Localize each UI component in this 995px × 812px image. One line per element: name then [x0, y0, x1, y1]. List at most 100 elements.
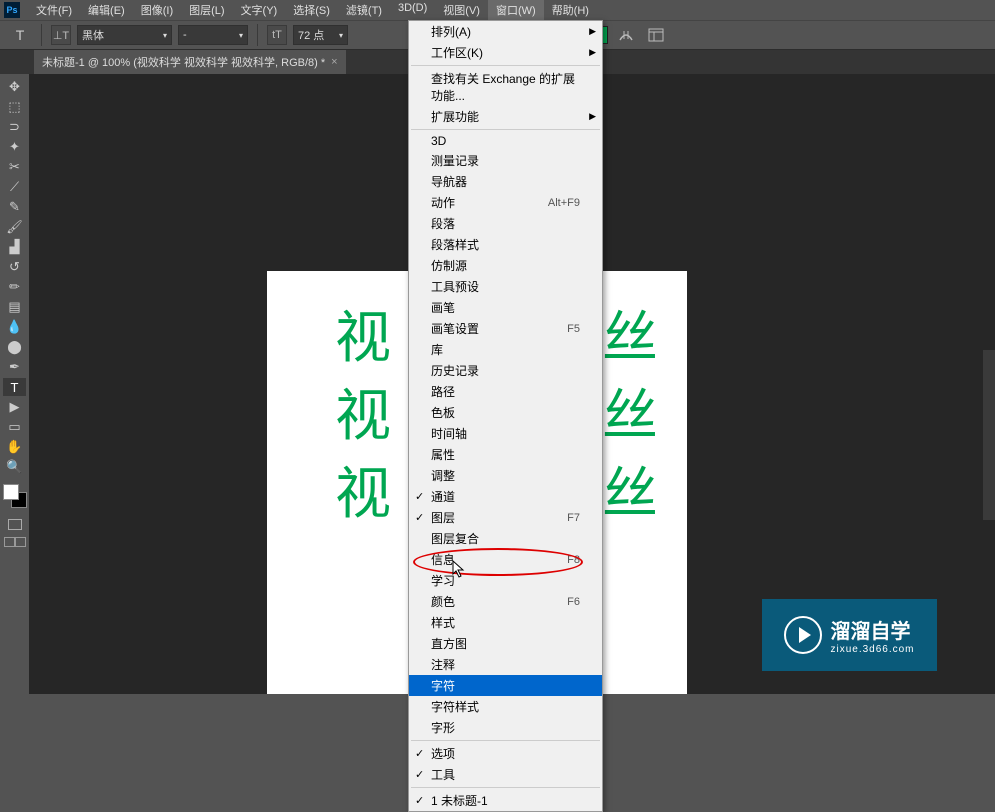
menu-dropdown-item[interactable]: 图层复合 — [409, 528, 602, 549]
menu-dropdown-item[interactable]: 工作区(K)▶ — [409, 42, 602, 63]
menu-dropdown-item[interactable]: 直方图 — [409, 633, 602, 654]
panel-toggle-icon[interactable] — [644, 23, 668, 47]
menu-dropdown-item[interactable]: 画笔设置 F5 — [409, 318, 602, 339]
quick-mask-toggle[interactable] — [5, 516, 25, 532]
menu-dropdown-item[interactable]: 样式 — [409, 612, 602, 633]
marquee-tool[interactable]: ⬚ — [3, 98, 26, 116]
menu-dropdown-item[interactable]: 库 — [409, 339, 602, 360]
rectangle-tool[interactable]: ▭ — [3, 418, 26, 436]
menu-dropdown-item[interactable]: 段落 — [409, 213, 602, 234]
menu-dropdown-item[interactable]: 学习 — [409, 570, 602, 591]
foreground-color[interactable] — [3, 484, 19, 500]
menu-item-label: 工作区(K) — [431, 44, 483, 61]
menu-dropdown-item[interactable]: 导航器 — [409, 171, 602, 192]
menu-dropdown-item[interactable]: 段落样式 — [409, 234, 602, 255]
menu-dropdown-item[interactable]: ✓1 未标题-1 — [409, 790, 602, 811]
menu-dropdown-item[interactable]: 字形 — [409, 717, 602, 738]
font-size-dropdown[interactable]: 72 点▾ — [293, 25, 348, 45]
type-tool[interactable]: T — [3, 378, 26, 396]
menu-dropdown-item[interactable]: ✓工具 — [409, 764, 602, 785]
menu-dropdown-item[interactable]: 色板 — [409, 402, 602, 423]
menu-dropdown-item[interactable]: 注释 — [409, 654, 602, 675]
menu-dropdown-item[interactable]: 扩展功能▶ — [409, 106, 602, 127]
menu-separator — [411, 740, 600, 741]
color-picker-widget[interactable] — [3, 484, 27, 508]
pen-tool[interactable]: ✒ — [3, 358, 26, 376]
menu-dropdown-item[interactable]: ✓通道 — [409, 486, 602, 507]
menu-item[interactable]: 帮助(H) — [544, 0, 597, 20]
menu-dropdown-item[interactable]: 仿制源 — [409, 255, 602, 276]
menu-dropdown-item[interactable]: 动作Alt+F9 — [409, 192, 602, 213]
text-orientation-toggle[interactable]: ⊥T — [51, 25, 71, 45]
menu-item[interactable]: 滤镜(T) — [338, 0, 390, 20]
menu-item-label: 颜色 — [431, 593, 455, 610]
menu-item-label: 字符样式 — [431, 698, 479, 715]
menu-dropdown-item[interactable]: 颜色 F6 — [409, 591, 602, 612]
menu-item-label: 直方图 — [431, 635, 467, 652]
hand-tool[interactable]: ✋ — [3, 438, 26, 456]
menu-item-label: 路径 — [431, 383, 455, 400]
menu-item[interactable]: 文字(Y) — [233, 0, 286, 20]
menu-item[interactable]: 图层(L) — [181, 0, 232, 20]
window-menu-dropdown: 排列(A)▶工作区(K)▶查找有关 Exchange 的扩展功能...扩展功能▶… — [408, 20, 603, 812]
menu-dropdown-item[interactable]: ✓选项 — [409, 743, 602, 764]
menu-dropdown-item[interactable]: 时间轴 — [409, 423, 602, 444]
menu-item[interactable]: 视图(V) — [435, 0, 488, 20]
menu-dropdown-item[interactable]: 测量记录 — [409, 150, 602, 171]
crop-tool[interactable]: ✂ — [3, 158, 26, 176]
font-family-dropdown[interactable]: 黑体▾ — [77, 25, 172, 45]
menu-dropdown-item[interactable]: 属性 — [409, 444, 602, 465]
menu-dropdown-item[interactable]: 画笔 — [409, 297, 602, 318]
menu-item[interactable]: 文件(F) — [28, 0, 80, 20]
menu-dropdown-item[interactable]: 字符 — [409, 675, 602, 696]
menu-dropdown-item[interactable]: 路径 — [409, 381, 602, 402]
menu-item-label: 画笔设置 — [431, 320, 479, 337]
menu-dropdown-item[interactable]: 调整 — [409, 465, 602, 486]
menu-item[interactable]: 编辑(E) — [80, 0, 133, 20]
canvas-text-line: 丝 — [602, 293, 658, 374]
font-style-dropdown[interactable]: -▾ — [178, 25, 248, 45]
gradient-tool[interactable]: ▤ — [3, 298, 26, 316]
menu-shortcut: Alt+F9 — [548, 197, 580, 209]
eyedropper-tool[interactable]: ⟋ — [3, 178, 26, 196]
eraser-tool[interactable]: ✏ — [3, 278, 26, 296]
menu-item-label: 字形 — [431, 719, 455, 736]
warp-text-icon[interactable] — [614, 23, 638, 47]
menu-dropdown-item[interactable]: 信息F8 — [409, 549, 602, 570]
screen-mode-switcher[interactable] — [4, 537, 26, 547]
menu-item[interactable]: 窗口(W) — [488, 0, 544, 20]
menu-dropdown-item[interactable]: 字符样式 — [409, 696, 602, 717]
menu-item[interactable]: 图像(I) — [133, 0, 181, 20]
healing-brush-tool[interactable]: ✎ — [3, 198, 26, 216]
chevron-right-icon: ▶ — [589, 26, 596, 37]
menu-item-label: 3D — [431, 134, 446, 148]
clone-stamp-tool[interactable]: ▟ — [3, 238, 26, 256]
blur-tool[interactable]: 💧 — [3, 318, 26, 336]
menu-dropdown-item[interactable]: 排列(A)▶ — [409, 21, 602, 42]
brush-tool[interactable]: 🖌 — [3, 218, 26, 236]
dodge-tool[interactable]: ⬤ — [3, 338, 26, 356]
menu-dropdown-item[interactable]: 历史记录 — [409, 360, 602, 381]
menu-item[interactable]: 选择(S) — [285, 0, 338, 20]
history-brush-tool[interactable]: ↺ — [3, 258, 26, 276]
menu-shortcut: F6 — [567, 596, 580, 608]
menu-item-label: 学习 — [431, 572, 455, 589]
lasso-tool[interactable]: ⊃ — [3, 118, 26, 136]
collapsed-right-panel[interactable] — [983, 350, 995, 520]
menu-item[interactable]: 3D(D) — [390, 0, 435, 20]
menu-separator — [411, 787, 600, 788]
zoom-tool[interactable]: 🔍 — [3, 458, 26, 476]
menu-shortcut: F5 — [567, 323, 580, 335]
document-tab[interactable]: 未标题-1 @ 100% (视效科学 视效科学 视效科学, RGB/8) * × — [34, 50, 346, 74]
magic-wand-tool[interactable]: ✦ — [3, 138, 26, 156]
menu-item-label: 样式 — [431, 614, 455, 631]
close-icon[interactable]: × — [331, 56, 337, 68]
menu-dropdown-item[interactable]: 查找有关 Exchange 的扩展功能... — [409, 68, 602, 106]
path-selection-tool[interactable]: ▶ — [3, 398, 26, 416]
menu-dropdown-item[interactable]: ✓图层F7 — [409, 507, 602, 528]
menu-item-label: 画笔 — [431, 299, 455, 316]
menu-item-label: 选项 — [431, 745, 455, 762]
menu-dropdown-item[interactable]: 工具预设 — [409, 276, 602, 297]
move-tool[interactable]: ✥ — [3, 78, 26, 96]
menu-dropdown-item[interactable]: 3D — [409, 132, 602, 150]
